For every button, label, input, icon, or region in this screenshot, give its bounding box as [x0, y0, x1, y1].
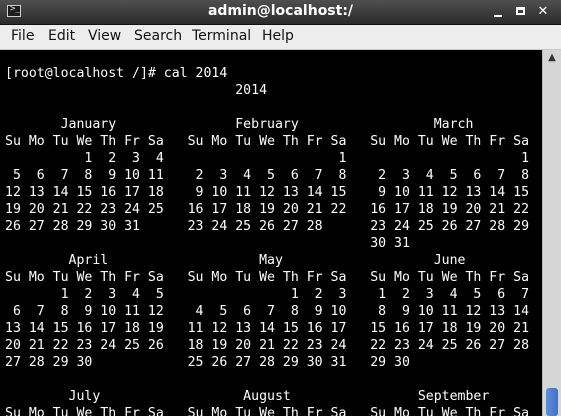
scroll-up-arrow-icon[interactable]: ▲: [543, 50, 561, 65]
menu-file[interactable]: File: [11, 28, 34, 44]
vertical-scrollbar[interactable]: ▲: [542, 50, 561, 416]
close-button[interactable]: ✕: [535, 4, 551, 20]
terminal-output: [root@localhost /]# cal 2014 2014 Januar…: [5, 66, 530, 416]
menu-edit[interactable]: Edit: [48, 28, 75, 44]
maximize-button[interactable]: [513, 4, 529, 20]
minimize-button[interactable]: [490, 4, 506, 20]
window-titlebar[interactable]: >_ admin@localhost:/ ✕: [0, 0, 561, 25]
scroll-thumb[interactable]: [546, 388, 558, 416]
window-title: admin@localhost:/: [207, 3, 354, 19]
menu-view[interactable]: View: [88, 28, 121, 44]
menu-terminal[interactable]: Terminal: [192, 28, 251, 44]
menu-bar: File Edit View Search Terminal Help: [0, 25, 561, 50]
terminal-area[interactable]: [root@localhost /]# cal 2014 2014 Januar…: [0, 50, 542, 416]
menu-help[interactable]: Help: [262, 28, 294, 44]
menu-search[interactable]: Search: [134, 28, 182, 44]
